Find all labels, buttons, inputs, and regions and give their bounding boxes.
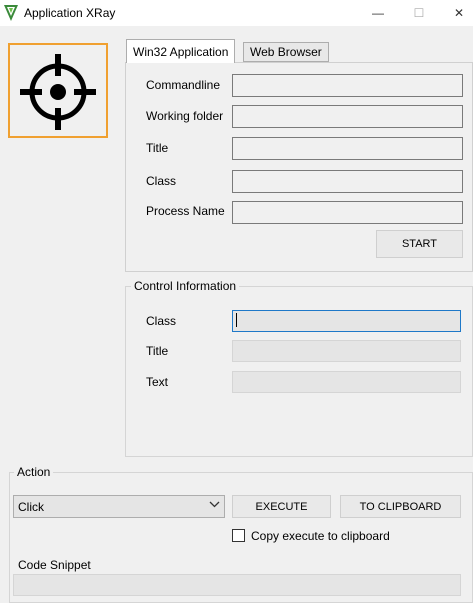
process-name-field[interactable] [232,201,463,224]
control-title-field[interactable] [232,340,461,362]
minimize-icon: — [372,6,384,20]
start-button[interactable]: START [376,230,463,258]
title-field[interactable] [232,137,463,160]
tab-win32-application[interactable]: Win32 Application [126,39,236,63]
close-icon: ✕ [453,6,465,20]
commandline-field[interactable] [232,74,463,97]
code-snippet-label: Code Snippet [18,558,91,572]
minimize-button[interactable]: — [355,0,401,26]
working-folder-field[interactable] [232,105,463,128]
action-select-value: Click [18,500,44,514]
control-text-label: Text [146,375,169,389]
copy-execute-label[interactable]: Copy execute to clipboard [251,529,390,543]
control-class-label: Class [146,314,177,328]
chevron-down-icon [209,501,220,508]
control-title-label: Title [146,344,169,358]
control-class-field[interactable] [232,310,461,332]
control-text-field[interactable] [232,371,461,393]
title-label: Title [146,141,169,155]
process-name-label: Process Name [146,204,225,218]
action-select[interactable] [13,495,225,518]
text-caret [236,313,237,327]
close-button[interactable]: ✕ [436,0,473,26]
app-logo-icon [4,5,18,21]
window-title: Application XRay [24,6,116,20]
tab-web-browser[interactable]: Web Browser [243,42,329,62]
class-field[interactable] [232,170,463,193]
to-clipboard-button[interactable]: TO CLIPBOARD [340,495,461,518]
crosshair-icon [20,54,96,130]
action-title: Action [14,465,54,479]
control-information-title: Control Information [131,279,240,293]
window-finder-target[interactable] [8,43,108,138]
copy-execute-checkbox[interactable] [232,529,245,542]
execute-button[interactable]: EXECUTE [232,495,331,518]
maximize-icon: ☐ [413,6,425,20]
working-folder-label: Working folder [146,109,224,123]
commandline-label: Commandline [146,78,221,92]
class-label: Class [146,174,177,188]
code-snippet-field[interactable] [13,574,461,596]
